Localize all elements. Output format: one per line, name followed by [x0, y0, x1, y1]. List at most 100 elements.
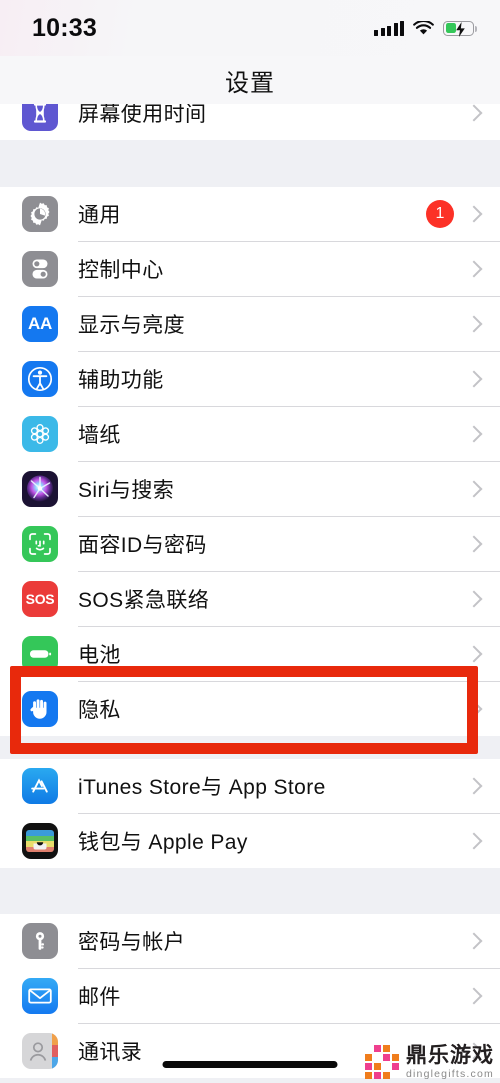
page-title: 设置 — [225, 69, 275, 97]
list-item-accessory — [468, 260, 500, 278]
aa-glyph: AA — [28, 314, 52, 333]
list-item-accessory: 1 — [426, 200, 500, 228]
list-item-privacy[interactable]: 隐私 — [0, 682, 500, 736]
list-item-siri-search[interactable]: Siri与搜索 — [0, 462, 500, 516]
section-system-settings: 通用 1 控制中心 AA 显示与亮度 辅助功能 墙纸 Siri与搜索 面容ID与… — [0, 187, 500, 736]
hourglass-icon — [22, 104, 58, 131]
status-badge: 1 — [426, 200, 454, 228]
list-item-accessory — [468, 425, 500, 443]
home-indicator — [162, 1061, 338, 1068]
contacts-tab-stripes — [52, 1033, 58, 1069]
chevron-right-icon — [468, 932, 478, 950]
chevron-right-icon — [468, 832, 478, 850]
wallet-icon — [22, 823, 58, 859]
list-item-label: 面容ID与密码 — [78, 534, 207, 557]
list-item-accessory — [468, 370, 500, 388]
section-gap — [0, 736, 500, 759]
privacy-hand-icon — [22, 691, 58, 727]
phone-screen: 10:33 设置 屏幕使用时间 通用 1 控制中心 AA 显示与亮度 辅助功能 … — [0, 0, 500, 1083]
chevron-right-icon — [468, 987, 478, 1005]
section-stores: iTunes Store与 App Store 钱包与 Apple Pay — [0, 759, 500, 868]
face-id-icon — [22, 526, 58, 562]
list-item-accessory — [468, 645, 500, 663]
list-item-accessory — [468, 104, 500, 122]
list-item-display-brightness[interactable]: AA 显示与亮度 — [0, 297, 500, 351]
chevron-right-icon — [468, 700, 478, 718]
list-item-label: iTunes Store与 App Store — [78, 776, 326, 799]
section-screen-time: 屏幕使用时间 — [0, 104, 500, 140]
chevron-right-icon — [468, 777, 478, 795]
status-bar-clock: 10:33 — [32, 13, 97, 42]
chevron-right-icon — [468, 104, 478, 122]
charging-bolt-icon — [456, 21, 465, 37]
list-item-label: 密码与帐户 — [78, 931, 185, 954]
list-item-label: 通用 — [78, 204, 121, 227]
list-item-label: 墙纸 — [78, 424, 121, 447]
sos-glyph: SOS — [25, 591, 55, 607]
settings-list[interactable]: 屏幕使用时间 通用 1 控制中心 AA 显示与亮度 辅助功能 墙纸 Siri与搜… — [0, 104, 500, 1083]
text-size-aa-icon: AA — [22, 306, 58, 342]
watermark-subtitle: dinglegifts.com — [405, 1067, 494, 1080]
chevron-right-icon — [468, 590, 478, 608]
chevron-right-icon — [468, 480, 478, 498]
list-item-label: 隐私 — [78, 699, 121, 722]
contacts-icon — [22, 1033, 58, 1069]
list-item-label: 电池 — [78, 644, 121, 667]
list-item-wallpaper[interactable]: 墙纸 — [0, 407, 500, 461]
list-item-label: 显示与亮度 — [78, 314, 185, 337]
list-item-label: SOS紧急联络 — [78, 589, 210, 612]
flower-wallpaper-icon — [22, 416, 58, 452]
navigation-bar: 设置 — [0, 56, 500, 104]
battery-charging-icon — [443, 20, 478, 37]
list-item-label: Siri与搜索 — [78, 479, 175, 502]
list-item-emergency-sos[interactable]: SOS SOS紧急联络 — [0, 572, 500, 626]
siri-orb-icon — [22, 471, 58, 507]
list-item-passwords-accounts[interactable]: 密码与帐户 — [0, 914, 500, 968]
list-item-label: 辅助功能 — [78, 369, 164, 392]
list-item-accessory — [468, 932, 500, 950]
pixel-grid-logo-icon — [364, 1044, 399, 1079]
list-item-screen-time[interactable]: 屏幕使用时间 — [0, 104, 500, 140]
list-item-label: 邮件 — [78, 986, 121, 1009]
list-item-accessibility[interactable]: 辅助功能 — [0, 352, 500, 406]
list-item-accessory — [468, 480, 500, 498]
list-item-accessory — [468, 832, 500, 850]
key-icon — [22, 923, 58, 959]
watermark-text: 鼎乐游戏 dinglegifts.com — [406, 1045, 494, 1080]
app-store-icon — [22, 768, 58, 804]
cellular-signal-icon — [374, 20, 404, 36]
chevron-right-icon — [468, 645, 478, 663]
accessibility-person-icon — [22, 361, 58, 397]
list-item-wallet-apple-pay[interactable]: 钱包与 Apple Pay — [0, 814, 500, 868]
chevron-right-icon — [468, 535, 478, 553]
section-gap — [0, 868, 500, 914]
watermark-title: 鼎乐游戏 — [405, 1043, 494, 1067]
chevron-right-icon — [468, 370, 478, 388]
chevron-right-icon — [468, 425, 478, 443]
list-item-control-center[interactable]: 控制中心 — [0, 242, 500, 296]
list-item-accessory — [468, 700, 500, 718]
list-item-battery[interactable]: 电池 — [0, 627, 500, 681]
list-item-label: 钱包与 Apple Pay — [78, 831, 248, 854]
chevron-right-icon — [468, 315, 478, 333]
gear-icon — [22, 196, 58, 232]
list-item-label: 屏幕使用时间 — [78, 104, 207, 126]
watermark: 鼎乐游戏 dinglegifts.com — [364, 1044, 494, 1080]
mail-envelope-icon — [22, 978, 58, 1014]
chevron-right-icon — [468, 260, 478, 278]
status-bar: 10:33 — [0, 0, 500, 56]
list-item-accessory — [468, 590, 500, 608]
section-gap — [0, 140, 500, 187]
status-bar-indicators — [374, 20, 478, 37]
list-item-accessory — [468, 987, 500, 1005]
chevron-right-icon — [468, 205, 478, 223]
list-item-label: 通讯录 — [78, 1041, 143, 1064]
list-item-general[interactable]: 通用 1 — [0, 187, 500, 241]
list-item-accessory — [468, 535, 500, 553]
list-item-face-id-passcode[interactable]: 面容ID与密码 — [0, 517, 500, 571]
toggles-icon — [22, 251, 58, 287]
sos-icon: SOS — [22, 581, 58, 617]
wifi-icon — [413, 20, 434, 36]
list-item-itunes-app-store[interactable]: iTunes Store与 App Store — [0, 759, 500, 813]
list-item-mail[interactable]: 邮件 — [0, 969, 500, 1023]
